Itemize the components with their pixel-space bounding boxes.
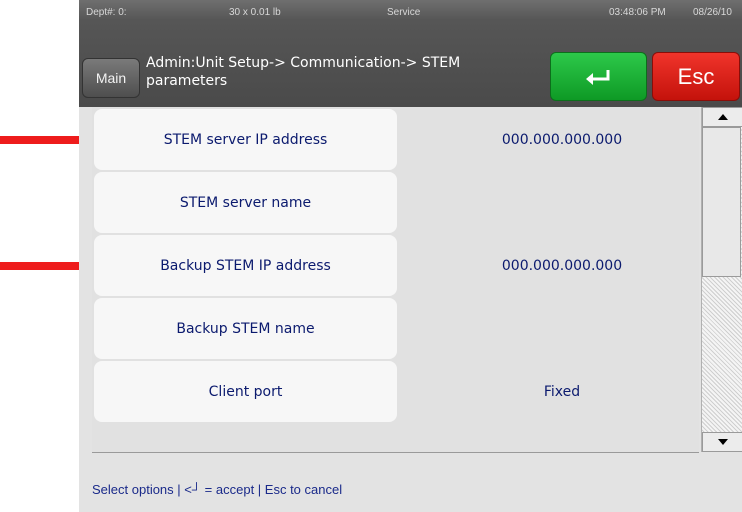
mode-indicator: Service [387,7,421,18]
backup-stem-ip-value: 000.000.000.000 [501,257,623,274]
scroll-down-button[interactable] [702,432,742,452]
scroll-up-button[interactable] [702,107,742,127]
scroll-up-icon [717,114,728,120]
breadcrumb: Admin:Unit Setup-> Communication-> STEM … [146,55,461,89]
options-list: STEM server IP address 000.000.000.000 S… [92,107,699,453]
stem-server-ip-value: 000.000.000.000 [501,131,623,148]
enter-button[interactable] [550,52,647,101]
scroll-down-icon [717,439,728,445]
esc-button[interactable]: Esc [652,52,740,101]
scroll-thumb[interactable] [702,127,741,277]
backup-stem-name-value [432,298,692,359]
dept-indicator: Dept#: 0: [86,7,127,18]
top-bar: Dept#: 0: 30 x 0.01 lb Service 03:48:06 … [79,0,742,107]
weight-indicator: 30 x 0.01 lb [229,7,281,18]
enter-return-icon [585,69,609,85]
backup-stem-name-button[interactable]: Backup STEM name [94,298,397,359]
time-display: 03:48:06 PM [609,7,666,18]
date-display: 08/26/10 [693,7,732,18]
main-button[interactable]: Main [82,58,140,98]
scrollbar[interactable] [701,107,742,452]
scale-screen: Dept#: 0: 30 x 0.01 lb Service 03:48:06 … [79,0,742,512]
stem-server-ip-button[interactable]: STEM server IP address [94,109,397,170]
stem-server-name-value [432,172,692,233]
client-port-button[interactable]: Client port [94,361,397,422]
footer-hint: Select options | <┘ = accept | Esc to ca… [92,482,343,497]
client-port-value: Fixed [543,383,581,400]
backup-stem-ip-button[interactable]: Backup STEM IP address [94,235,397,296]
stem-server-name-button[interactable]: STEM server name [94,172,397,233]
